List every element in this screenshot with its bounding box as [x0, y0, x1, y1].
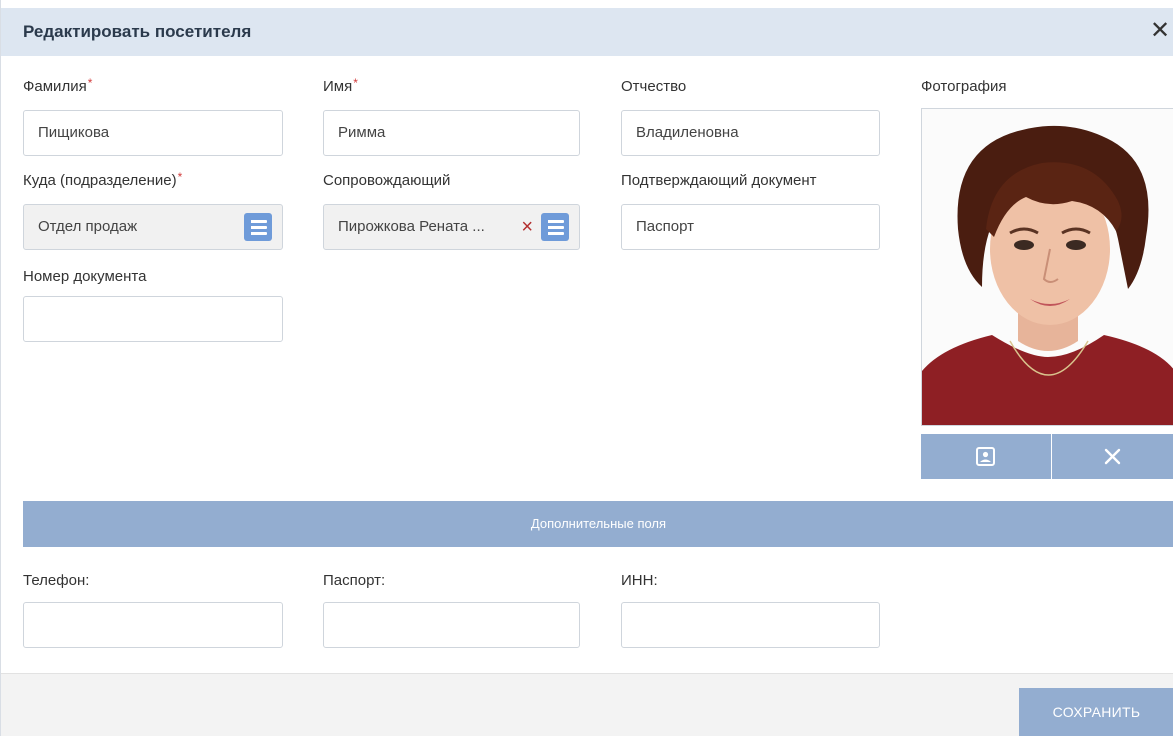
- upload-photo-button[interactable]: [921, 434, 1051, 479]
- patronymic-value: Владиленовна: [636, 124, 739, 141]
- dialog-footer: СОХРАНИТЬ: [1, 673, 1173, 736]
- close-icon[interactable]: ✕: [1146, 16, 1173, 46]
- inn-label: ИНН:: [621, 572, 658, 589]
- last-name-label: Фамилия*: [23, 76, 93, 95]
- edit-visitor-dialog: Редактировать посетителя ✕ Фамилия* Имя*…: [0, 0, 1173, 736]
- department-label-text: Куда (подразделение): [23, 172, 177, 189]
- visitor-photo: [921, 108, 1173, 426]
- contact-card-icon: [976, 447, 995, 466]
- escort-select[interactable]: Пирожкова Рената ... ×: [323, 204, 580, 250]
- department-value: Отдел продаж: [38, 218, 138, 235]
- dialog-header: Редактировать посетителя ✕: [1, 8, 1173, 56]
- document-number-label: Номер документа: [23, 268, 147, 285]
- list-icon[interactable]: [244, 213, 272, 241]
- patronymic-label: Отчество: [621, 78, 687, 95]
- document-type-label: Подтверждающий документ: [621, 172, 817, 189]
- document-type-input[interactable]: Паспорт: [621, 204, 880, 250]
- last-name-label-text: Фамилия: [23, 78, 87, 95]
- required-mark: *: [177, 170, 183, 184]
- extra-fields-header[interactable]: Дополнительные поля: [23, 501, 1173, 547]
- inn-input[interactable]: [621, 602, 880, 648]
- required-mark: *: [87, 76, 93, 90]
- phone-label: Телефон:: [23, 572, 90, 589]
- photo-actions: [921, 434, 1173, 479]
- department-select[interactable]: Отдел продаж: [23, 204, 283, 250]
- department-label: Куда (подразделение)*: [23, 170, 183, 189]
- first-name-label: Имя*: [323, 76, 358, 95]
- first-name-label-text: Имя: [323, 78, 353, 95]
- first-name-input[interactable]: Римма: [323, 110, 580, 156]
- required-mark: *: [353, 76, 358, 90]
- patronymic-input[interactable]: Владиленовна: [621, 110, 880, 156]
- first-name-value: Римма: [338, 124, 386, 141]
- clear-icon[interactable]: ×: [521, 216, 533, 238]
- passport-input[interactable]: [323, 602, 580, 648]
- photo-label: Фотография: [921, 78, 1007, 95]
- phone-input[interactable]: [23, 602, 283, 648]
- last-name-value: Пищикова: [38, 124, 110, 141]
- escort-label: Сопровождающий: [323, 172, 451, 189]
- delete-photo-button[interactable]: [1052, 434, 1173, 479]
- escort-value: Пирожкова Рената ...: [338, 218, 485, 235]
- document-type-value: Паспорт: [636, 218, 694, 235]
- save-button[interactable]: СОХРАНИТЬ: [1019, 688, 1173, 736]
- list-icon[interactable]: [541, 213, 569, 241]
- passport-label: Паспорт:: [323, 572, 386, 589]
- portrait-image: [922, 109, 1173, 425]
- close-icon: [1104, 448, 1121, 465]
- last-name-input[interactable]: Пищикова: [23, 110, 283, 156]
- dialog-title: Редактировать посетителя: [23, 22, 252, 41]
- document-number-input[interactable]: [23, 296, 283, 342]
